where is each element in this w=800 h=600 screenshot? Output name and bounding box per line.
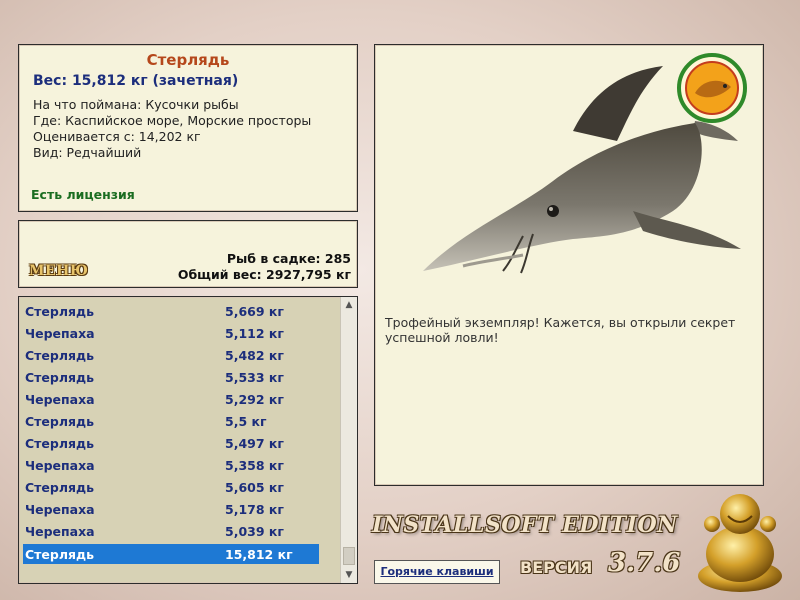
list-item-weight: 5,358 кг (225, 458, 284, 473)
list-item-selected[interactable]: Стерлядь 15,812 кг (23, 544, 319, 564)
list-item-weight: 5,669 кг (225, 304, 284, 319)
list-item-name: Черепаха (25, 524, 95, 539)
list-item-weight: 5,178 кг (225, 502, 284, 517)
list-item[interactable]: Стерлядь 5,482 кг (23, 345, 319, 365)
list-item[interactable]: Черепаха 5,358 кг (23, 455, 319, 475)
fish-count: Рыб в садке: 285 (226, 251, 351, 266)
menu-button[interactable]: МЕНЮ (29, 263, 88, 279)
list-item-name: Стерлядь (25, 414, 95, 429)
list-item-name: Стерлядь (25, 370, 95, 385)
fish-photo-panel: Трофейный экземпляр! Кажется, вы открыли… (374, 44, 764, 486)
list-item[interactable]: Стерлядь 5,5 кг (23, 411, 319, 431)
version-number: 3.7.6 (608, 548, 681, 578)
list-item-weight: 5,605 кг (225, 480, 284, 495)
list-item-name: Черепаха (25, 502, 95, 517)
version-label: ВЕРСИЯ (520, 558, 593, 577)
list-item[interactable]: Черепаха 5,039 кг (23, 521, 319, 541)
list-item-name: Черепаха (25, 326, 95, 341)
list-item-name: Черепаха (25, 458, 95, 473)
list-item-name: Стерлядь (25, 547, 95, 562)
list-item-name: Стерлядь (25, 304, 95, 319)
list-item-weight: 5,533 кг (225, 370, 284, 385)
fish-name: Стерлядь (146, 51, 230, 69)
catch-list[interactable]: Стерлядь 5,669 кг Черепаха 5,112 кг Стер… (18, 296, 358, 584)
stats-panel: МЕНЮ Рыб в садке: 285 Общий вес: 2927,79… (18, 220, 358, 288)
fish-info-panel: Стерлядь Вес: 15,812 кг (зачетная) На чт… (18, 44, 358, 212)
list-item-weight: 5,112 кг (225, 326, 284, 341)
fishing-emblem-icon (677, 53, 747, 123)
total-weight: Общий вес: 2927,795 кг (177, 267, 351, 282)
hotkeys-button[interactable]: Горячие клавиши (374, 560, 500, 584)
scroll-up-icon[interactable]: ▲ (341, 297, 357, 313)
list-item-weight: 5,482 кг (225, 348, 284, 363)
list-item[interactable]: Стерлядь 5,605 кг (23, 477, 319, 497)
list-item-weight: 5,292 кг (225, 392, 284, 407)
list-item[interactable]: Стерлядь 5,497 кг (23, 433, 319, 453)
list-item-weight: 5,5 кг (225, 414, 267, 429)
license-status: Есть лицензия (31, 187, 135, 202)
scroll-down-icon[interactable]: ▼ (341, 567, 357, 583)
list-item-name: Черепаха (25, 392, 95, 407)
list-item-weight: 5,497 кг (225, 436, 284, 451)
list-item[interactable]: Стерлядь 5,669 кг (23, 301, 319, 321)
list-scrollbar[interactable]: ▲ ▼ (340, 297, 357, 583)
fish-type: Вид: Редчайший (33, 145, 142, 160)
fish-weight: Вес: 15,812 кг (зачетная) (33, 73, 239, 89)
list-item-name: Стерлядь (25, 480, 95, 495)
list-item-weight: 15,812 кг (225, 547, 293, 562)
list-item-weight: 5,039 кг (225, 524, 284, 539)
trophy-message: Трофейный экземпляр! Кажется, вы открыли… (385, 315, 736, 345)
list-item-name: Стерлядь (25, 436, 95, 451)
list-item[interactable]: Черепаха 5,178 кг (23, 499, 319, 519)
list-item-name: Стерлядь (25, 348, 95, 363)
list-item[interactable]: Черепаха 5,112 кг (23, 323, 319, 343)
fish-location: Где: Каспийское море, Морские просторы (33, 113, 312, 128)
scroll-thumb[interactable] (343, 547, 355, 565)
fish-valued-from: Оценивается с: 14,202 кг (33, 129, 201, 144)
fish-bait: На что поймана: Кусочки рыбы (33, 97, 239, 112)
buddha-statue-image (698, 494, 782, 592)
list-item[interactable]: Черепаха 5,292 кг (23, 389, 319, 409)
brand-logo: INSTALLSOFT EDITION (372, 512, 678, 538)
list-item[interactable]: Стерлядь 5,533 кг (23, 367, 319, 387)
